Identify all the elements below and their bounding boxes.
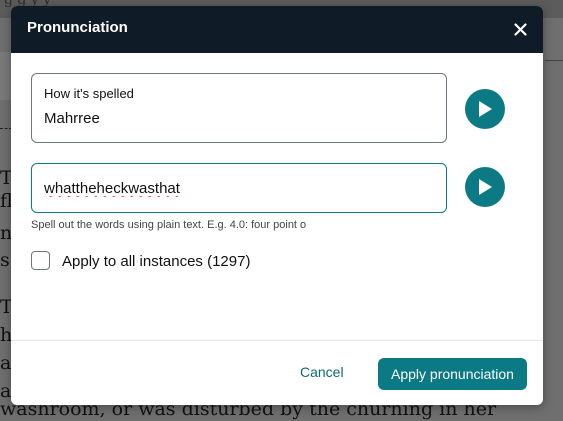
apply-all-label[interactable]: Apply to all instances (1297) [62, 253, 250, 270]
spelled-field-label: How it's spelled [44, 86, 134, 101]
play-pronunciation-button[interactable] [465, 167, 505, 207]
play-icon [479, 101, 492, 117]
pronunciation-hint: Spell out the words using plain text. E.… [31, 219, 307, 231]
footer-divider [11, 340, 543, 341]
background-rule [545, 60, 563, 61]
spelled-field-value: Mahrree [44, 110, 100, 127]
pronunciation-dialog: Pronunciation How it's spelled Mahrree S… [11, 6, 543, 405]
close-icon [513, 22, 527, 36]
apply-all-checkbox[interactable] [31, 251, 50, 270]
dialog-title: Pronunciation [27, 19, 128, 36]
cancel-button[interactable]: Cancel [300, 364, 344, 380]
pronunciation-field [31, 163, 447, 213]
pronunciation-input[interactable] [44, 175, 434, 201]
play-spelled-button[interactable] [465, 89, 505, 129]
apply-pronunciation-button[interactable]: Apply pronunciation [378, 358, 527, 390]
close-button[interactable] [509, 18, 531, 40]
spelled-field: How it's spelled Mahrree [31, 73, 447, 143]
play-icon [479, 179, 492, 195]
background-text-line: a [0, 352, 12, 374]
dialog-header: Pronunciation [11, 6, 543, 53]
